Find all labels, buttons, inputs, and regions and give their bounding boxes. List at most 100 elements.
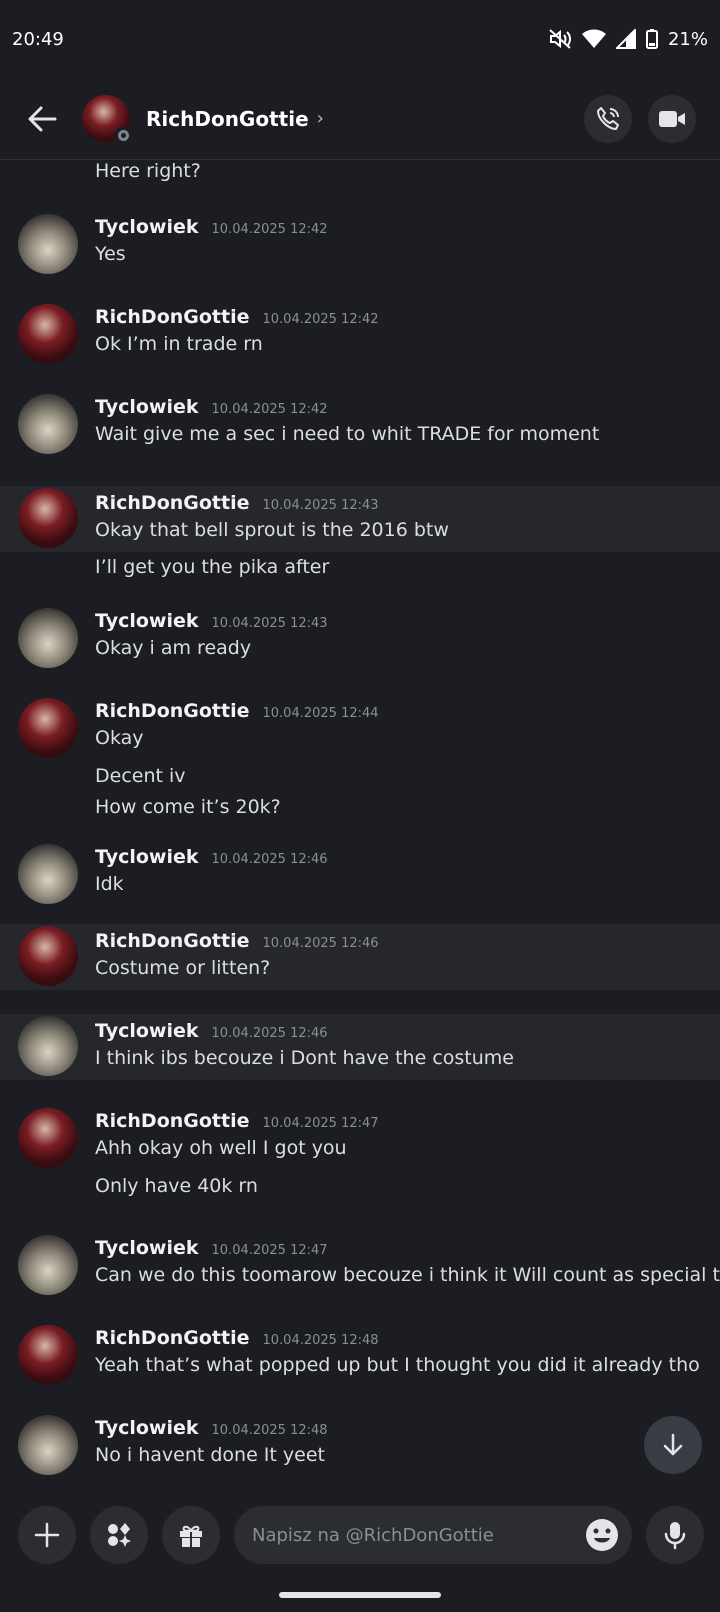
emoji-icon[interactable] [584,1517,620,1553]
message-item[interactable]: RichDonGottie 10.04.2025 12:48 Yeah that’… [0,1321,720,1391]
avatar[interactable] [18,1325,78,1385]
message-item[interactable]: Tyclowiek 10.04.2025 12:46 Idk [0,840,720,910]
arrow-down-icon [663,1433,683,1456]
author-name[interactable]: Tyclowiek [95,846,199,868]
author-name[interactable]: Tyclowiek [95,1417,199,1439]
plus-icon [34,1522,60,1548]
author-name[interactable]: Tyclowiek [95,1237,199,1259]
timestamp: 10.04.2025 12:47 [211,1243,328,1258]
avatar[interactable] [18,1016,78,1076]
message-input[interactable] [252,1524,584,1546]
avatar[interactable] [18,1108,78,1168]
author-name[interactable]: RichDonGottie [95,492,250,514]
avatar[interactable] [18,926,78,986]
message-item[interactable]: RichDonGottie 10.04.2025 12:47 Ahh okay o… [0,1104,720,1214]
timestamp: 10.04.2025 12:46 [211,852,328,867]
mute-icon [548,28,572,50]
timestamp: 10.04.2025 12:48 [211,1423,328,1438]
timestamp: 10.04.2025 12:43 [211,616,328,631]
message-item[interactable]: Tyclowiek 10.04.2025 12:48 No i havent do… [0,1411,720,1490]
avatar[interactable] [18,488,78,548]
author-name[interactable]: Tyclowiek [95,396,199,418]
message-item[interactable]: I’ll get you the pika after [0,556,720,590]
timestamp: 10.04.2025 12:44 [262,706,379,721]
message-item[interactable]: Tyclowiek 10.04.2025 12:47 Can we do this… [0,1231,720,1301]
wifi-icon [581,29,606,49]
avatar[interactable] [18,304,78,364]
message-item[interactable]: Tyclowiek 10.04.2025 12:46 I think ibs be… [0,1014,720,1080]
message-item[interactable]: Tyclowiek 10.04.2025 12:42 Yes [0,210,720,280]
author-name[interactable]: RichDonGottie [95,1110,250,1132]
message-text: Ahh okay oh well I got you [95,1137,347,1159]
message-text: Okay [95,727,144,749]
avatar[interactable] [18,608,78,668]
message-input-container[interactable] [234,1506,632,1564]
author-name[interactable]: RichDonGottie [95,930,250,952]
message-text: Only have 40k rn [95,1175,258,1197]
apps-button[interactable] [90,1506,148,1564]
video-call-button[interactable] [648,94,696,143]
message-text: I think ibs becouze i Dont have the cost… [95,1047,514,1069]
message-item[interactable]: Tyclowiek 10.04.2025 12:42 Wait give me a… [0,390,720,460]
avatar[interactable] [18,394,78,454]
message-text: Costume or litten? [95,957,271,979]
message-item[interactable]: RichDonGottie 10.04.2025 12:46 Costume or… [0,924,720,990]
gift-icon [180,1525,202,1547]
message-text: Decent iv [95,765,186,787]
timestamp: 10.04.2025 12:46 [211,1026,328,1041]
message-list[interactable]: Here right? Tyclowiek 10.04.2025 12:42 Ye… [0,160,720,1490]
timestamp: 10.04.2025 12:47 [262,1116,379,1131]
message-text: Idk [95,873,124,895]
video-camera-icon [659,110,685,127]
voice-message-button[interactable] [646,1506,704,1564]
message-item[interactable]: RichDonGottie 10.04.2025 12:43 Okay that … [0,486,720,552]
avatar[interactable] [18,844,78,904]
author-name[interactable]: RichDonGottie [95,306,250,328]
voice-call-button[interactable] [584,94,632,143]
timestamp: 10.04.2025 12:42 [211,222,328,237]
message-item[interactable]: RichDonGottie 10.04.2025 12:42 Ok I’m in … [0,300,720,370]
message-text: Ok I’m in trade rn [95,333,263,355]
apps-icon [108,1523,131,1547]
message-text: Wait give me a sec i need to whit TRADE … [95,423,600,445]
status-bar: 20:49 21% [0,0,720,78]
microphone-icon [664,1522,686,1550]
header-username[interactable]: RichDonGottie [146,107,309,131]
message-text: How come it’s 20k? [95,796,281,818]
message-text: Yeah that’s what popped up but I thought… [95,1354,700,1376]
message-text: No i havent done It yeet [95,1444,325,1466]
timestamp: 10.04.2025 12:48 [262,1333,379,1348]
chat-header: RichDonGottie › [0,78,720,160]
status-icons: 21% [548,28,708,50]
back-button[interactable] [0,78,84,160]
author-name[interactable]: RichDonGottie [95,1327,250,1349]
chevron-right-icon[interactable]: › [317,108,324,129]
add-attachment-button[interactable] [18,1506,76,1564]
jump-to-latest-button[interactable] [644,1416,702,1474]
home-indicator[interactable] [279,1592,441,1598]
timestamp: 10.04.2025 12:46 [262,936,379,951]
message-composer [0,1490,720,1580]
avatar[interactable] [18,698,78,758]
header-avatar[interactable] [82,94,132,145]
author-name[interactable]: Tyclowiek [95,1020,199,1042]
offline-status-icon [114,126,132,145]
message-text: I’ll get you the pika after [95,556,330,578]
phone-icon [597,106,619,130]
battery-percent: 21% [667,28,708,50]
message-text: Okay that bell sprout is the 2016 btw [95,519,449,541]
author-name[interactable]: RichDonGottie [95,700,250,722]
avatar[interactable] [18,1415,78,1475]
signal-icon [615,29,636,49]
author-name[interactable]: Tyclowiek [95,216,199,238]
message-text: Can we do this toomarow becouze i think … [95,1264,720,1286]
avatar[interactable] [18,1235,78,1295]
author-name[interactable]: Tyclowiek [95,610,199,632]
message-text: Here right? [95,160,201,182]
avatar[interactable] [18,214,78,274]
gift-button[interactable] [162,1506,220,1564]
message-item[interactable]: Tyclowiek 10.04.2025 12:43 Okay i am read… [0,604,720,674]
message-item[interactable]: Here right? [0,160,720,190]
arrow-left-icon [28,106,57,131]
message-item[interactable]: RichDonGottie 10.04.2025 12:44 Okay Decen… [0,694,720,824]
